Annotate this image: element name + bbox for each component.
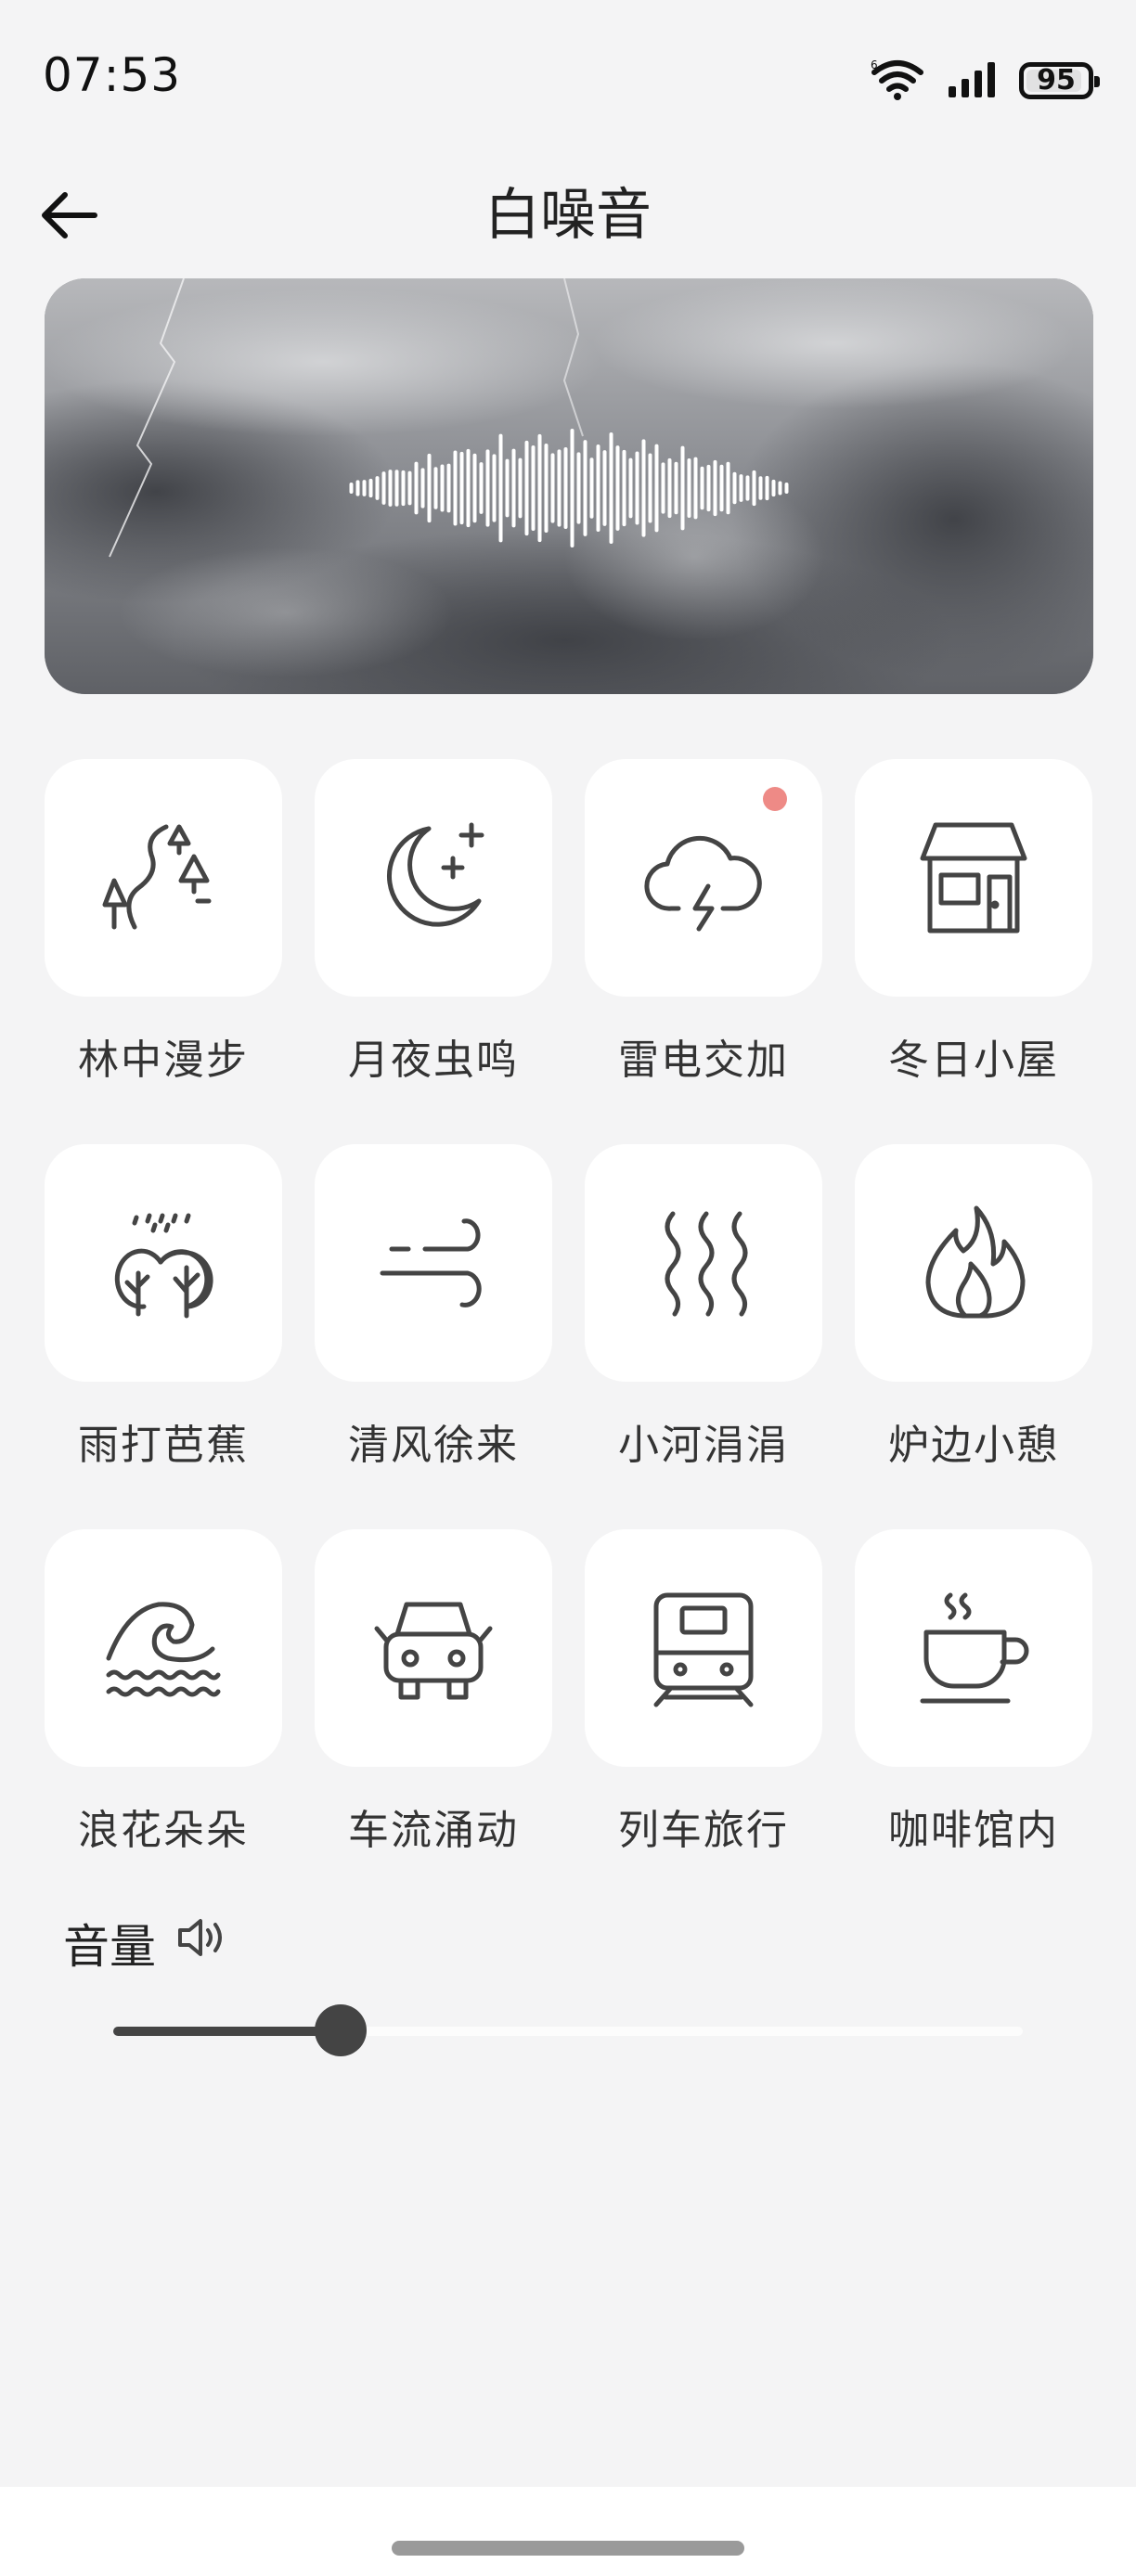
sound-label: 雨打芭蕉: [78, 1422, 249, 1469]
wind-icon: [380, 1218, 482, 1307]
sound-label: 车流涌动: [348, 1807, 519, 1854]
volume-fill: [113, 2027, 341, 2036]
sound-label: 林中漫步: [78, 1037, 249, 1084]
moon-stars-icon: [386, 822, 484, 927]
status-icons: 6 95: [869, 58, 1100, 104]
coffee-cup-icon: [920, 1592, 1029, 1704]
sound-card[interactable]: [315, 759, 552, 997]
volume-section: 音量: [63, 1910, 230, 1977]
wave-icon: [106, 1602, 221, 1697]
page-title: 白噪音: [484, 183, 652, 248]
sound-tile-moon[interactable]: 月夜虫鸣: [315, 759, 552, 1086]
car-icon: [374, 1602, 493, 1700]
house-icon: [920, 822, 1027, 934]
sound-label: 浪花朵朵: [78, 1807, 249, 1854]
sound-tile-wind[interactable]: 清风徐来: [315, 1144, 552, 1471]
sound-tile-traffic[interactable]: 车流涌动: [315, 1529, 552, 1856]
sound-card[interactable]: [45, 1144, 282, 1382]
forest-path-icon: [102, 824, 212, 930]
sound-label: 冬日小屋: [888, 1037, 1059, 1084]
sound-card[interactable]: [855, 1144, 1092, 1382]
sound-tile-rain[interactable]: 雨打芭蕉: [45, 1144, 282, 1471]
sound-card[interactable]: [585, 759, 822, 997]
rain-trees-icon: [114, 1213, 213, 1319]
volume-slider[interactable]: [113, 2004, 1023, 2056]
sound-label: 雷电交加: [618, 1037, 789, 1084]
home-indicator[interactable]: [392, 2541, 744, 2556]
sound-tile-forest[interactable]: 林中漫步: [45, 759, 282, 1086]
sound-card[interactable]: [855, 1529, 1092, 1767]
sound-card[interactable]: [45, 759, 282, 997]
hero-banner: [45, 278, 1093, 694]
battery-icon: 95: [1019, 62, 1100, 99]
train-icon: [653, 1592, 754, 1707]
sound-label: 清风徐来: [348, 1422, 519, 1469]
stream-icon: [665, 1211, 748, 1317]
sound-tile-stream[interactable]: 小河涓涓: [585, 1144, 822, 1471]
sound-tile-house[interactable]: 冬日小屋: [855, 759, 1092, 1086]
fire-icon: [925, 1205, 1026, 1319]
volume-label: 音量: [63, 1920, 156, 1974]
thunder-cloud-icon: [644, 835, 762, 932]
sound-card[interactable]: [45, 1529, 282, 1767]
wifi-icon: 6: [869, 58, 926, 104]
signal-icon: [947, 60, 999, 101]
svg-text:6: 6: [871, 58, 878, 71]
battery-level: 95: [1037, 64, 1076, 97]
sound-card[interactable]: [585, 1529, 822, 1767]
new-badge: [763, 787, 787, 811]
sound-tile-cafe[interactable]: 咖啡馆内: [855, 1529, 1092, 1856]
sound-tile-fireside[interactable]: 炉边小憩: [855, 1144, 1092, 1471]
sound-card[interactable]: [315, 1144, 552, 1382]
sound-label: 列车旅行: [618, 1807, 789, 1854]
sound-tile-train[interactable]: 列车旅行: [585, 1529, 822, 1856]
speaker-icon: [176, 1915, 230, 1971]
status-bar: 07:53 6 95: [0, 0, 1136, 139]
sound-tile-waves[interactable]: 浪花朵朵: [45, 1529, 282, 1856]
sound-card[interactable]: [585, 1144, 822, 1382]
bottom-bar: [0, 2487, 1136, 2576]
sound-label: 炉边小憩: [888, 1422, 1059, 1469]
sound-card[interactable]: [315, 1529, 552, 1767]
sound-label: 小河涓涓: [618, 1422, 789, 1469]
sound-label: 咖啡馆内: [888, 1807, 1059, 1854]
sound-label: 月夜虫鸣: [348, 1037, 519, 1084]
sound-card[interactable]: [855, 759, 1092, 997]
status-time: 07:53: [43, 48, 182, 102]
sound-tile-thunder[interactable]: 雷电交加: [585, 759, 822, 1086]
volume-thumb[interactable]: [315, 2004, 367, 2056]
